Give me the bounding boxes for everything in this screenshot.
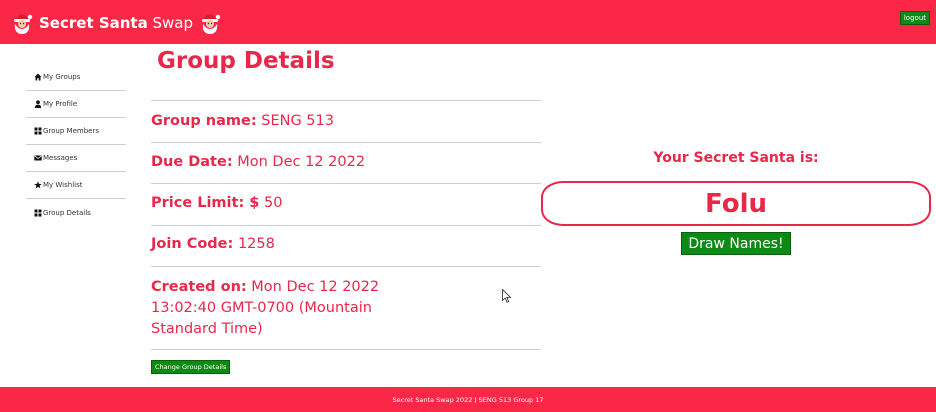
sidebar-item-group-details[interactable]: Group Details xyxy=(26,199,126,226)
brand-title: Secret Santa Swap xyxy=(39,14,193,32)
logout-button[interactable]: logout xyxy=(899,11,930,25)
page-title: Group Details xyxy=(157,48,335,74)
sidebar-nav: My Groups My Profile Group Members Messa… xyxy=(26,64,126,226)
price-limit-row: Price Limit: $ 50 xyxy=(151,184,541,226)
due-date-label: Due Date: xyxy=(151,154,233,170)
header-bar: Secret Santa Swap logout xyxy=(0,0,936,44)
footer-bar: Secret Santa Swap 2022 | SENG 513 Group … xyxy=(0,387,936,412)
group-details-list: Group name: SENG 513 Due Date: Mon Dec 1… xyxy=(151,100,541,350)
user-icon xyxy=(34,100,42,108)
join-code-value: 1258 xyxy=(237,236,275,252)
grid-icon xyxy=(34,127,42,135)
brand-logo[interactable]: Secret Santa Swap xyxy=(10,11,222,35)
sidebar-item-label: Messages xyxy=(43,154,78,162)
draw-names-button[interactable]: Draw Names! xyxy=(681,232,791,255)
sidebar-item-group-members[interactable]: Group Members xyxy=(26,118,126,145)
envelope-icon xyxy=(34,154,42,162)
sidebar-item-my-profile[interactable]: My Profile xyxy=(26,91,126,118)
secret-santa-label: Your Secret Santa is: xyxy=(653,150,819,166)
due-date-row: Due Date: Mon Dec 12 2022 xyxy=(151,143,541,184)
sidebar-item-label: My Wishlist xyxy=(43,181,83,189)
sidebar-item-label: Group Members xyxy=(43,127,99,135)
brand-title-light: Swap xyxy=(152,14,194,32)
star-icon xyxy=(34,181,42,189)
join-code-row: Join Code: 1258 xyxy=(151,226,541,267)
created-on-row: Created on: Mon Dec 12 2022 13:02:40 GMT… xyxy=(151,267,541,350)
created-on-text: Created on: Mon Dec 12 2022 13:02:40 GMT… xyxy=(151,277,381,340)
footer-text: Secret Santa Swap 2022 | SENG 513 Group … xyxy=(392,395,544,404)
home-icon xyxy=(34,73,42,81)
santa-icon xyxy=(202,14,221,34)
sidebar-item-messages[interactable]: Messages xyxy=(26,145,126,172)
price-limit-label: Price Limit: $ xyxy=(151,195,260,211)
page: Secret Santa Swap logout My Groups My Pr… xyxy=(0,0,936,412)
group-name-label: Group name: xyxy=(151,113,257,129)
brand-title-bold: Secret Santa xyxy=(39,14,148,32)
grid-icon xyxy=(34,209,42,217)
sidebar-item-my-groups[interactable]: My Groups xyxy=(26,64,126,91)
change-group-details-button[interactable]: Change Group Details xyxy=(151,360,231,374)
sidebar-item-label: My Groups xyxy=(43,73,81,81)
created-on-label: Created on: xyxy=(151,279,247,295)
sidebar-item-label: Group Details xyxy=(43,208,91,217)
secret-santa-name: Folu xyxy=(705,188,767,219)
group-name-row: Group name: SENG 513 xyxy=(151,101,541,143)
price-limit-value: 50 xyxy=(264,195,283,211)
sidebar-item-my-wishlist[interactable]: My Wishlist xyxy=(26,172,126,199)
due-date-value: Mon Dec 12 2022 xyxy=(237,154,366,170)
secret-santa-name-box: Folu xyxy=(541,181,931,226)
join-code-label: Join Code: xyxy=(151,236,234,252)
santa-icon xyxy=(14,14,33,34)
sidebar-item-label: My Profile xyxy=(43,100,78,108)
group-name-value: SENG 513 xyxy=(261,113,334,129)
mouse-cursor-icon xyxy=(502,289,512,303)
